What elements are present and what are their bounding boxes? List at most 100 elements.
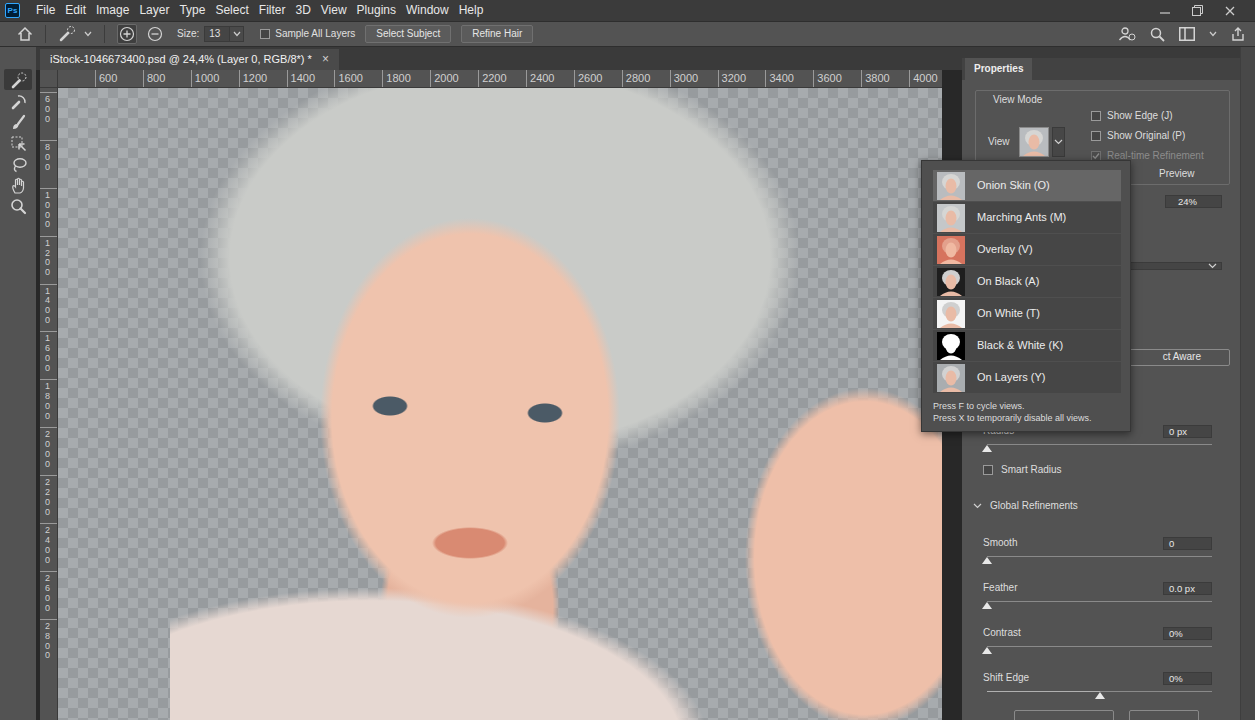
slider-thumb[interactable] <box>982 602 992 609</box>
menu-item[interactable]: Plugins <box>352 3 401 17</box>
view-menu-label: Black & White (K) <box>977 339 1063 352</box>
view-menu-item[interactable]: On Layers (Y) <box>933 362 1121 393</box>
global-refinements-header[interactable]: Global Refinements <box>962 500 1240 512</box>
dialog-button[interactable] <box>1129 710 1199 720</box>
view-menu-item[interactable]: On White (T) <box>933 298 1121 329</box>
hand-tool-icon[interactable] <box>4 174 32 195</box>
slider-thumb[interactable] <box>1095 692 1105 699</box>
expand-chevron-icon[interactable] <box>973 503 982 509</box>
slider-label: Smooth <box>983 537 1017 549</box>
checkbox[interactable] <box>260 29 270 39</box>
menu-item[interactable]: File <box>31 3 60 17</box>
slider-thumb[interactable] <box>982 647 992 654</box>
canvas[interactable] <box>58 88 942 720</box>
slider-value-field[interactable]: 0 <box>1163 537 1212 550</box>
close-window-icon[interactable] <box>1225 6 1235 16</box>
slider-header: Contrast0% <box>983 626 1212 640</box>
properties-tab[interactable]: Properties <box>965 58 1032 80</box>
dropdown-arrow-icon[interactable] <box>84 31 92 37</box>
menu-item[interactable]: View <box>316 3 352 17</box>
ruler-number: 1200 <box>243 72 267 84</box>
view-menu-item[interactable]: Marching Ants (M) <box>933 202 1121 233</box>
smart-radius-checkbox[interactable]: Smart Radius <box>962 464 1240 476</box>
checkbox[interactable] <box>983 465 993 475</box>
checkbox[interactable] <box>1091 111 1101 121</box>
objectselect-tool-icon[interactable] <box>4 132 32 153</box>
ruler-tick: 2600 <box>40 571 57 619</box>
slider-track[interactable] <box>987 646 1212 647</box>
option-button[interactable]: Select Subject <box>365 25 451 43</box>
menu-item[interactable]: Edit <box>60 3 91 17</box>
panel-scrollbar[interactable] <box>1240 47 1255 720</box>
minimize-icon[interactable] <box>1160 6 1170 16</box>
slider-header: Shift Edge0% <box>983 671 1212 685</box>
menu-item[interactable]: Help <box>454 3 489 17</box>
ruler-number: 1800 <box>45 382 54 422</box>
view-thumbnail-icon[interactable] <box>1019 127 1049 157</box>
zoom-tool-icon[interactable] <box>4 195 32 216</box>
view-menu-item[interactable]: Black & White (K) <box>933 330 1121 361</box>
slider-track[interactable] <box>987 601 1212 602</box>
view-menu-label: Overlay (V) <box>977 243 1033 256</box>
sample-all-layers-checkbox[interactable]: Sample All Layers <box>260 28 355 40</box>
view-dropdown-icon[interactable] <box>1052 127 1065 157</box>
slider-track[interactable] <box>987 444 1212 445</box>
view-option[interactable]: Show Edge (J) <box>1091 106 1204 126</box>
ruler-tick: 1400 <box>287 70 335 87</box>
subtract-from-selection-icon[interactable] <box>145 24 165 44</box>
ruler-tick: 600 <box>40 92 57 140</box>
share-icon[interactable] <box>1231 27 1245 41</box>
ruler-row: 6008001000120014001600180020002200240026… <box>40 70 962 88</box>
view-menu-hints: Press F to cycle views.Press X to tempor… <box>933 400 1121 424</box>
size-dropdown-icon[interactable] <box>230 26 244 42</box>
restore-icon[interactable] <box>1192 5 1203 16</box>
workspace-menu-icon[interactable] <box>1209 31 1217 37</box>
view-menu-item[interactable]: Overlay (V) <box>933 234 1121 265</box>
app-logo[interactable]: Ps <box>5 3 20 18</box>
slider-thumb[interactable] <box>982 557 992 564</box>
ruler-number: 600 <box>99 72 117 84</box>
add-to-selection-icon[interactable] <box>117 24 137 44</box>
menu-item[interactable]: Select <box>210 3 253 17</box>
view-menu-item[interactable]: On Black (A) <box>933 266 1121 297</box>
account-icon[interactable] <box>1118 26 1136 42</box>
menu-item[interactable]: Image <box>91 3 134 17</box>
close-tab-button[interactable]: × <box>322 52 329 66</box>
view-label: View <box>988 136 1010 148</box>
view-option[interactable]: Show Original (P) <box>1091 126 1204 146</box>
menu-item[interactable]: Filter <box>254 3 291 17</box>
slider-thumb[interactable] <box>982 445 992 452</box>
slider-value-field[interactable]: 0 px <box>1163 425 1212 438</box>
slider-value-field[interactable]: 0% <box>1163 627 1212 640</box>
menu-item[interactable]: Type <box>174 3 210 17</box>
menu-item[interactable]: Layer <box>134 3 174 17</box>
option-button[interactable]: Refine Hair <box>461 25 533 43</box>
quick-selection-icon[interactable] <box>58 25 76 43</box>
search-icon[interactable] <box>1150 27 1165 42</box>
document-tab[interactable]: iStock-1046673400.psd @ 24,4% (Layer 0, … <box>40 49 339 70</box>
menu-item[interactable]: 3D <box>290 3 315 17</box>
slider-value-field[interactable]: 0.0 px <box>1163 582 1212 595</box>
view-menu-item[interactable]: Onion Skin (O) <box>933 170 1121 201</box>
lasso-tool-icon[interactable] <box>4 153 32 174</box>
slider-track[interactable] <box>987 691 1212 692</box>
ruler-corner <box>40 70 58 88</box>
refineedge-tool-icon[interactable] <box>4 90 32 111</box>
home-icon[interactable] <box>17 26 33 42</box>
brush-tool-icon[interactable] <box>4 111 32 132</box>
ruler-tick: 2600 <box>574 70 622 87</box>
workspace-icon[interactable] <box>1179 27 1195 41</box>
ruler-number: 2200 <box>482 72 506 84</box>
slider-track[interactable] <box>987 556 1212 557</box>
checkbox[interactable] <box>1091 131 1101 141</box>
quickselect-tool-icon[interactable] <box>4 69 32 90</box>
slider-value-field[interactable]: 0% <box>1163 672 1212 685</box>
ruler-tick: 2000 <box>430 70 478 87</box>
ruler-tick: 2200 <box>40 475 57 523</box>
tool-preset-picker[interactable] <box>58 25 92 43</box>
select-chevron-icon[interactable] <box>1208 263 1217 269</box>
dialog-button[interactable] <box>1014 710 1114 720</box>
opacity-field[interactable]: 24% <box>1165 195 1222 208</box>
size-field[interactable]: 13 <box>204 26 230 42</box>
menu-item[interactable]: Window <box>401 3 454 17</box>
